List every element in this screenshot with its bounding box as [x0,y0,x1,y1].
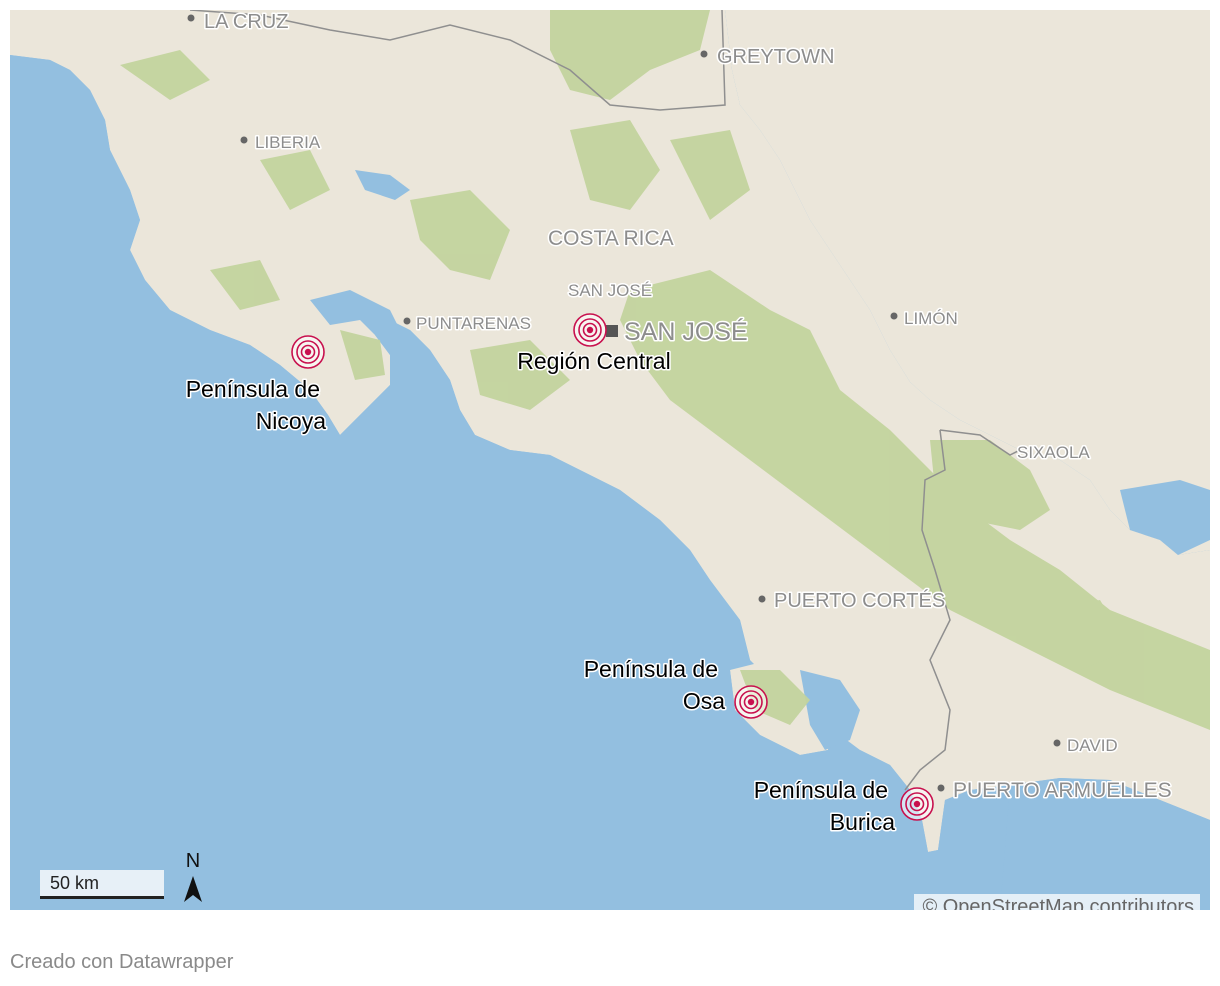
place-label-sixaola: SIXAOLA [1017,443,1090,462]
footer-credit[interactable]: Creado con Datawrapper [10,951,233,974]
la-cruz-dot [187,14,195,22]
puerto-cortes-dot [758,595,766,603]
map-container[interactable]: LA CRUZ GREYTOWN LIBERIA COSTA RICA SAN … [10,10,1210,910]
north-arrow: N [180,850,206,906]
marker-label-nicoya-line2: Nicoya [256,408,327,434]
marker-burica[interactable] [900,787,934,821]
epicenter-icon [573,313,607,347]
marker-label-osa-line2: Osa [683,688,725,714]
puerto-armuelles-dot [937,784,945,792]
limon-dot [890,312,898,320]
david-dot [1053,739,1061,747]
liberia-dot [240,136,248,144]
scale-bar: 50 km [40,870,164,900]
epicenter-icon [291,335,325,369]
place-label-san-jose-capital: SAN JOSÉ [624,317,748,346]
scale-bar-label: 50 km [50,873,100,893]
north-label: N [185,850,201,872]
marker-central[interactable] [573,313,607,347]
place-label-puntarenas: PUNTARENAS [416,314,531,333]
epicenter-icon [900,787,934,821]
marker-label-burica-line1: Península de [754,777,888,803]
marker-label-osa-line1: Península de [584,656,718,682]
place-label-puerto-armuelles: PUERTO ARMUELLES [953,779,1172,802]
epicenter-icon [734,685,768,719]
scale-bar-line [40,896,164,899]
place-label-limon: LIMÓN [904,309,958,328]
capital-square-icon [606,325,618,337]
marker-nicoya[interactable] [291,335,325,369]
marker-label-burica-line2: Burica [830,809,895,835]
puntarenas-dot [403,317,411,325]
place-label-david: DAVID [1067,736,1118,755]
map-canvas[interactable]: LA CRUZ GREYTOWN LIBERIA COSTA RICA SAN … [10,10,1210,910]
marker-label-nicoya-line1: Península de [186,376,320,402]
greytown-dot [700,50,708,58]
place-label-costa-rica: COSTA RICA [548,227,674,250]
place-label-puerto-cortes: PUERTO CORTÉS [774,589,945,612]
north-arrow-icon [184,876,202,902]
place-label-liberia: LIBERIA [255,133,321,152]
map-attribution[interactable]: © OpenStreetMap contributors [914,894,1200,910]
marker-label-central: Región Central [517,348,670,374]
place-label-la-cruz: LA CRUZ [204,11,288,33]
marker-osa[interactable] [734,685,768,719]
place-label-greytown: GREYTOWN [717,46,834,68]
place-label-san-jose-region: SAN JOSÉ [568,281,652,300]
